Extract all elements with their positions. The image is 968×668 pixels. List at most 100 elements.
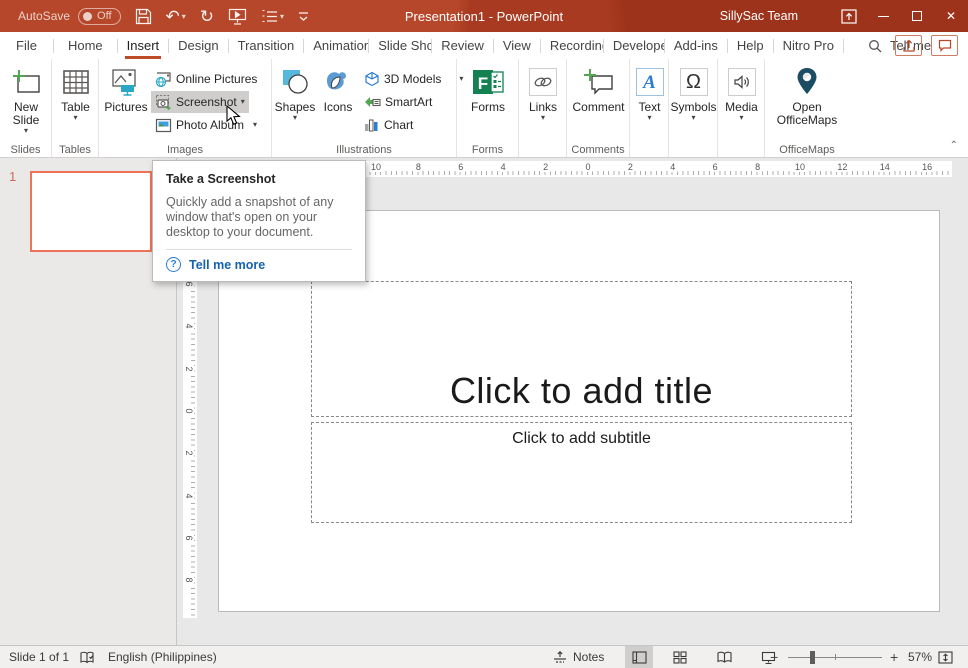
shapes-button[interactable]: Shapes ▾ [272,59,318,122]
open-officemaps-button[interactable]: Open OfficeMaps [765,59,849,127]
zoom-out-button[interactable]: − [770,646,778,668]
maximize-button[interactable] [900,0,934,32]
toggle-knob-icon [83,12,92,21]
chart-button[interactable]: Chart [360,114,417,136]
normal-view-button[interactable] [625,646,653,668]
screenshot-caret-icon[interactable]: ▾ [241,98,245,106]
zoom-in-button[interactable]: + [890,646,898,668]
collapse-ribbon-button[interactable]: ⌃ [950,140,958,151]
tab-insert[interactable]: Insert [118,32,169,59]
new-slide-icon [11,69,41,95]
slide-counter[interactable]: Slide 1 of 1 [9,646,69,668]
tab-slide-show[interactable]: Slide Show [369,32,431,59]
undo-dropdown-caret-icon[interactable]: ▾ [182,12,186,21]
slide-thumbnail-panel: 1 [0,158,177,645]
text-button[interactable]: A Text ▾ [630,59,669,122]
table-caret-icon: ▾ [73,114,77,122]
new-slide-button[interactable]: New Slide ▾ [0,59,52,135]
autosave-control[interactable]: AutoSave Off [18,8,121,25]
spell-check-button[interactable] [80,646,95,668]
share-button[interactable] [895,35,922,56]
start-from-beginning-button[interactable] [228,8,247,25]
minimize-button[interactable] [866,0,900,32]
online-pictures-button[interactable]: Online Pictures [151,68,261,90]
subtitle-placeholder[interactable]: Click to add subtitle [311,422,852,523]
mouse-cursor-icon [226,105,241,126]
tab-design[interactable]: Design [169,32,227,59]
language-status[interactable]: English (Philippines) [108,646,217,668]
normal-view-icon [632,651,647,664]
comments-pane-button[interactable] [931,35,958,56]
tab-help[interactable]: Help [728,32,773,59]
shapes-icon [280,68,310,96]
tab-add-ins[interactable]: Add-ins [665,32,727,59]
links-caret-icon: ▾ [541,114,545,122]
title-placeholder[interactable]: Click to add title [311,281,852,417]
group-caption-forms: Forms [457,144,518,156]
autosave-toggle[interactable]: Off [78,8,120,25]
tab-recording[interactable]: Recording [541,32,603,59]
save-button[interactable] [135,8,152,25]
reading-view-button[interactable] [710,646,738,668]
slide-thumbnail-1[interactable] [30,171,152,252]
comment-button[interactable]: Comment [567,59,630,114]
tab-animation[interactable]: Animation [304,32,368,59]
titlebar: AutoSave Off ↶ ▾ ↻ ▾ Presentation1 - Pow… [0,0,968,32]
table-button[interactable]: Table ▾ [52,59,99,122]
ribbon-display-options-button[interactable] [832,0,866,32]
numbering-dropdown-caret-icon[interactable]: ▾ [280,12,284,21]
numbered-list-icon [261,9,278,24]
tell-me-more-label: Tell me more [189,258,265,272]
fit-slide-button[interactable] [938,646,953,668]
tell-me-more-link[interactable]: ? Tell me more [166,257,352,272]
group-slides: New Slide ▾ Slides [0,59,52,157]
media-icon-frame [728,68,756,96]
pictures-icon [111,68,141,96]
pictures-button[interactable]: Pictures [101,59,151,114]
3d-models-icon [364,71,380,87]
symbols-button[interactable]: Ω Symbols ▾ [669,59,718,122]
tab-nitro-pro[interactable]: Nitro Pro [774,32,843,59]
slide-sorter-view-button[interactable] [666,646,694,668]
minimize-icon [878,16,889,17]
maximize-icon [912,11,922,21]
icons-label: Icons [324,101,353,114]
group-caption-tables: Tables [52,144,98,156]
links-button[interactable]: Links ▾ [519,59,567,122]
icons-button[interactable]: Icons [318,59,358,114]
customize-qat-button[interactable] [298,11,309,21]
smartart-label: SmartArt [385,95,432,109]
tab-developer[interactable]: Developer [604,32,664,59]
chart-icon [364,118,380,132]
smartart-button[interactable]: SmartArt [360,91,436,113]
zoom-slider-thumb[interactable] [810,651,815,664]
account-name[interactable]: SillySac Team [720,9,798,23]
undo-button[interactable]: ↶ ▾ [166,8,186,25]
media-button[interactable]: Media ▾ [718,59,765,122]
zoom-percentage[interactable]: 57% [908,646,932,668]
3d-models-label: 3D Models [384,72,441,86]
photo-album-caret-icon[interactable]: ▾ [253,121,257,129]
tab-file[interactable]: File [0,32,53,59]
tab-transition[interactable]: Transition [229,32,304,59]
forms-icon: F [471,68,505,96]
numbering-button[interactable]: ▾ [261,9,284,24]
tab-home[interactable]: Home [54,32,117,59]
open-officemaps-label: Open OfficeMaps [774,101,840,127]
3d-models-button[interactable]: 3D Models ▾ [360,68,467,90]
group-comments: Comment Comments [567,59,630,157]
icons-bird-icon [323,68,353,96]
powerpoint-window: { "titlebar": { "autosave_label": "AutoS… [0,0,968,668]
close-button[interactable]: ✕ [934,0,968,32]
fit-to-window-icon [938,651,953,664]
online-pictures-label: Online Pictures [176,72,257,86]
tab-view[interactable]: View [494,32,540,59]
group-images: Pictures Online Pictures Screenshot ▾ Ph… [99,59,272,157]
group-links: Links ▾ [519,59,567,157]
ribbon-tab-bar: File Home Insert Design Transition Anima… [0,32,968,59]
redo-button[interactable]: ↻ [200,8,214,25]
tab-review[interactable]: Review [432,32,493,59]
tooltip-body: Quickly add a snapshot of any window tha… [166,195,352,240]
notes-button[interactable]: Notes [553,646,604,668]
forms-button[interactable]: F Forms [457,59,519,114]
